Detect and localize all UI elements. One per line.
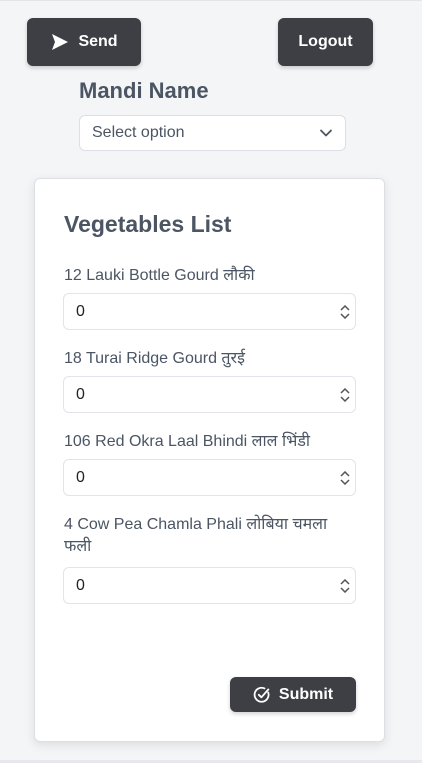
vegetables-card: Vegetables List 12 Lauki Bottle Gourd लौ… [34,178,385,742]
submit-button[interactable]: Submit [230,677,356,712]
vegetables-list-title: Vegetables List [64,211,232,237]
mandi-select-value: Select option [92,124,185,141]
mandi-name-heading: Mandi Name [79,78,209,103]
submit-button-label: Submit [278,685,334,703]
send-icon [52,34,69,50]
logout-button[interactable]: Logout [278,18,373,66]
vegetable-label: 4 Cow Pea Chamla Phali लोबिया चमला फली [64,516,328,555]
spinner-arrows-icon[interactable] [335,568,355,603]
vegetable-quantity-input[interactable]: 0 [63,376,356,413]
vegetable-quantity-input[interactable]: 0 [63,567,356,604]
top-divider [0,0,422,1]
vegetable-label: 106 Red Okra Laal Bhindi लाल भिंडी [64,433,311,450]
quantity-value: 0 [76,576,85,594]
chevron-down-icon [320,129,332,137]
quantity-value: 0 [76,302,85,320]
vegetable-label: 12 Lauki Bottle Gourd लौकी [64,267,255,284]
spinner-arrows-icon[interactable] [335,377,355,412]
vegetable-label: 18 Turai Ridge Gourd तुरई [64,350,245,367]
send-button-label: Send [78,33,118,50]
check-circle-icon [253,686,270,703]
send-button[interactable]: Send [27,18,141,66]
logout-button-label: Logout [298,33,353,50]
mandi-select[interactable]: Select option [79,115,346,151]
quantity-value: 0 [76,385,85,403]
spinner-arrows-icon[interactable] [335,294,355,329]
spinner-arrows-icon[interactable] [335,460,355,495]
vegetable-quantity-input[interactable]: 0 [63,459,356,496]
vegetable-quantity-input[interactable]: 0 [63,293,356,330]
quantity-value: 0 [76,468,85,486]
